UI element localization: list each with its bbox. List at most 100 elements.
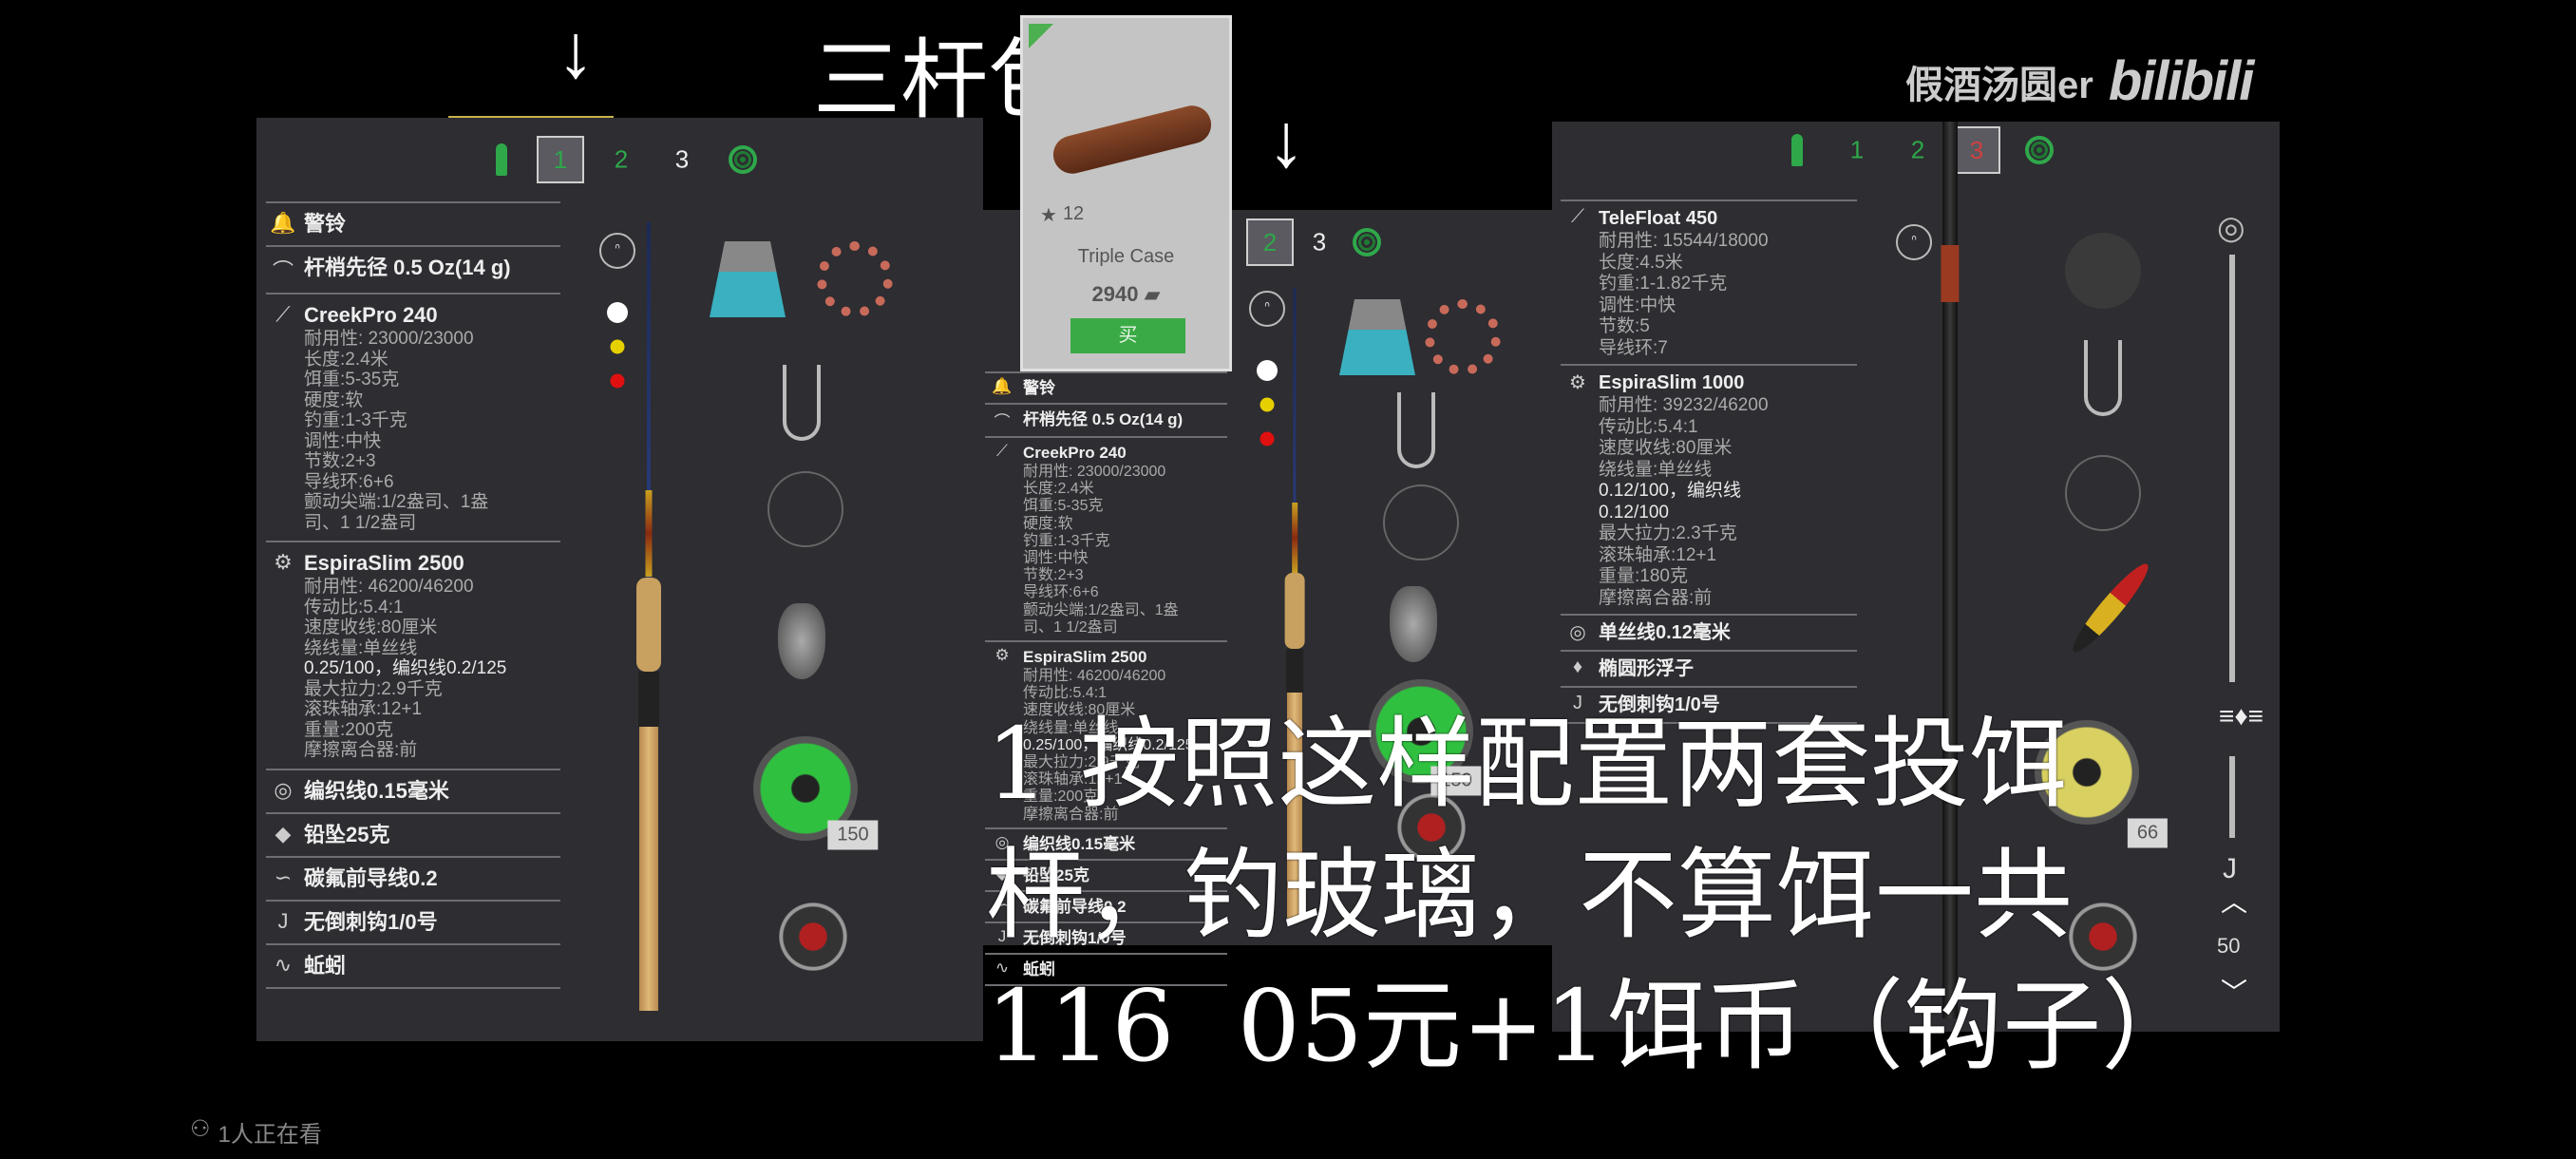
item-stat: 长度:4.5米	[1599, 252, 1683, 273]
depth-up-button[interactable]: ︿	[2221, 882, 2247, 920]
bell-bait-image[interactable]	[710, 241, 786, 317]
item-stat: 钓重:1-3千克	[1023, 532, 1110, 549]
depth-slider-track-lower[interactable]	[2229, 756, 2235, 838]
hook-image[interactable]	[2084, 340, 2122, 416]
item-stat: 钓重:1-1.82千克	[1599, 274, 1728, 294]
alarm-toggle-icon[interactable]: ᐢ	[1896, 224, 1932, 260]
equipment-item[interactable]: ⚙ EspiraSlim 2500 耐用性: 46200/46200 传动比:5.4:…	[266, 541, 560, 769]
reel-image[interactable]	[775, 899, 851, 975]
triple-case-image	[1049, 102, 1216, 178]
equipment-list: ⟋ TeleFloat 450 耐用性: 15544/18000 长度:4.5米 钓重:…	[1561, 200, 1857, 724]
globe-icon[interactable]	[1353, 228, 1381, 256]
reel-icon: ⚙	[1569, 372, 1586, 393]
tab-2[interactable]: 2	[615, 145, 628, 175]
hook-image[interactable]	[783, 365, 821, 441]
bell-icon: 🔔	[270, 211, 296, 235]
alarm-toggle-icon[interactable]: ᐢ	[1249, 291, 1285, 327]
bell-color-white-dot[interactable]	[1257, 360, 1278, 381]
leader-image[interactable]	[767, 471, 843, 547]
tab-3[interactable]: 3	[675, 145, 689, 175]
leader-image[interactable]	[1383, 484, 1459, 560]
tab-2[interactable]: 2	[1246, 218, 1294, 266]
viewer-count-label: 1人正在看	[218, 1122, 322, 1148]
worm-image[interactable]	[817, 241, 893, 317]
item-stat: 节数:5	[1599, 316, 1650, 336]
equipment-item[interactable]: ◎ 编织线0.15毫米	[266, 768, 560, 812]
alarm-toggle-icon[interactable]: ᐢ	[599, 233, 635, 269]
rod-image	[1283, 288, 1306, 921]
item-body: 无倒刺钩1/0号	[304, 909, 438, 936]
equipment-item[interactable]: ∿ 蚯蚓	[266, 942, 560, 987]
angler-icon[interactable]	[1791, 134, 1803, 166]
globe-icon[interactable]	[729, 145, 757, 174]
globe-icon[interactable]	[2025, 136, 2054, 164]
item-body: EspiraSlim 1000 耐用性: 39232/46200 传动比:5.4:1…	[1599, 370, 1769, 609]
item-stat: 长度:2.4米	[1023, 481, 1094, 498]
tab-2[interactable]: 2	[1911, 136, 1924, 165]
item-body: 杆梢先径 0.5 Oz(14 g)	[1023, 408, 1183, 430]
bell-color-white-dot[interactable]	[607, 302, 628, 323]
item-stat: 摩擦离合器:前	[304, 740, 418, 760]
depth-slider-track[interactable]	[2229, 255, 2235, 682]
hook-image[interactable]	[1397, 392, 1435, 468]
angler-icon[interactable]	[496, 143, 507, 176]
equipment-item[interactable]: 🔔 警铃	[266, 201, 560, 245]
worm-image[interactable]	[1425, 299, 1501, 375]
equipment-item[interactable]: ⚙ EspiraSlim 1000 耐用性: 39232/46200 传动比:5.4:…	[1561, 364, 1857, 614]
bell-color-yellow-dot[interactable]	[1260, 397, 1275, 412]
new-badge	[1029, 24, 1053, 48]
tab-1[interactable]: 1	[1850, 136, 1864, 165]
reel-image[interactable]	[2065, 899, 2141, 975]
rod-wrap	[1292, 503, 1297, 573]
author-name: 假酒汤圆er	[1905, 64, 2093, 106]
down-arrow-icon: ↓	[557, 9, 595, 93]
item-stat: 绕线量:单丝线	[304, 637, 418, 658]
bell-color-red-dot[interactable]	[610, 373, 625, 389]
equipment-item[interactable]: ◆ 铅坠25克	[266, 811, 560, 856]
item-stat: 滚珠轴承:12+1	[1599, 544, 1717, 565]
sinker-image[interactable]	[778, 603, 825, 679]
equipment-item[interactable]: ⟋ CreekPro 240 耐用性: 23000/23000 长度:2.4米 饵重:5…	[985, 436, 1227, 640]
item-stat: 节数:2+3	[1023, 567, 1084, 584]
line-length-badge: 66	[2127, 818, 2169, 848]
subtitle-line-3: 116 05元+1饵币（钩子）	[986, 968, 2201, 1084]
item-stat: 节数:2+3	[304, 451, 376, 471]
equipment-item[interactable]: ∽ 碳氟前导线0.2	[266, 855, 560, 900]
float-depth-handle[interactable]: ≡♦≡	[2219, 701, 2263, 732]
item-title: 椭圆形浮子	[1599, 658, 1694, 679]
equipment-item[interactable]: 🔔 警铃	[985, 371, 1227, 403]
tab-3[interactable]: 3	[1313, 228, 1326, 257]
bell-color-red-dot[interactable]	[1260, 431, 1275, 446]
item-price: 2940	[1091, 282, 1139, 306]
equipment-item[interactable]: ♦ 椭圆形浮子	[1561, 650, 1857, 686]
item-stat: 调性:中快	[1599, 294, 1676, 315]
sinker-image[interactable]	[1390, 586, 1437, 662]
bell-color-yellow-dot[interactable]	[610, 339, 625, 354]
depth-down-button[interactable]: ﹀	[2221, 972, 2247, 1010]
leader-image[interactable]	[2065, 455, 2141, 531]
bell-bait-image[interactable]	[1339, 299, 1415, 375]
equipment-item[interactable]: ⟋ CreekPro 240 耐用性: 23000/23000 长度:2.4米 饵重:5…	[266, 293, 560, 541]
item-stat: 耐用性: 23000/23000	[304, 329, 474, 349]
item-body: 铅坠25克	[304, 822, 389, 848]
item-title: 铅坠25克	[304, 822, 390, 846]
item-stat: 传动比:5.4:1	[304, 597, 404, 618]
item-stat: 饵重:5-35克	[304, 370, 400, 390]
equipment-item[interactable]: ⌒ 杆梢先径 0.5 Oz(14 g)	[266, 245, 560, 293]
equipment-list: 🔔 警铃 ⌒ 杆梢先径 0.5 Oz(14 g) ⟋ CreekPro 240 耐用性: 2…	[266, 201, 560, 989]
float-image[interactable]	[2066, 557, 2155, 659]
groundbait-image[interactable]	[2065, 233, 2141, 309]
watermark: 假酒汤圆er bilibili	[1905, 49, 2254, 113]
equipment-item[interactable]: J 无倒刺钩1/0号	[266, 899, 560, 943]
buy-button[interactable]: 买	[1070, 318, 1185, 353]
line-spool-icon: ◎	[274, 777, 293, 802]
item-title: 杆梢先径 0.5 Oz(14 g)	[304, 256, 511, 279]
equipment-item[interactable]: ⌒ 杆梢先径 0.5 Oz(14 g)	[985, 403, 1227, 436]
equipment-item[interactable]: ◎ 单丝线0.12毫米	[1561, 614, 1857, 650]
item-stat: 耐用性: 39232/46200	[1599, 395, 1769, 415]
line-spool-icon: ◎	[1569, 622, 1586, 643]
tab-1[interactable]: 1	[537, 136, 584, 183]
shop-item-card[interactable]: ★ 12 Triple Case 2940 ▰ 买	[1020, 15, 1232, 371]
item-title: 杆梢先径 0.5 Oz(14 g)	[1023, 410, 1184, 428]
equipment-item[interactable]: ⟋ TeleFloat 450 耐用性: 15544/18000 长度:4.5米 钓重:…	[1561, 200, 1857, 364]
